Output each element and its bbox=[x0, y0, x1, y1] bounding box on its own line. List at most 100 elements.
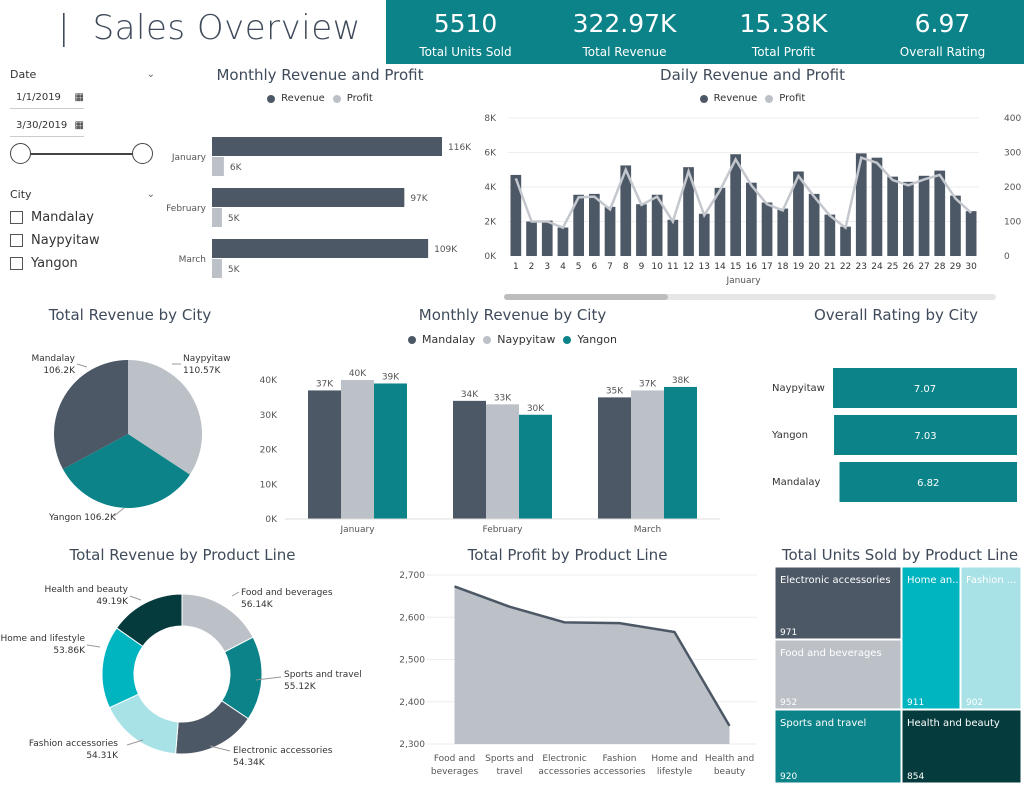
tile-label: Sports and travel bbox=[780, 718, 866, 729]
data-label: 5K bbox=[228, 214, 241, 224]
category-label: Mandalay bbox=[772, 477, 820, 488]
monthly-rev-city-legend: Mandalay Naypyitaw Yangon bbox=[360, 333, 665, 346]
y-tick-label: 40K bbox=[260, 376, 278, 386]
x-tick-label: 23 bbox=[856, 262, 867, 272]
date-range-track bbox=[20, 153, 142, 155]
x-tick-label: 5 bbox=[576, 262, 582, 272]
x-tick-label: Sports and bbox=[485, 754, 534, 764]
kpi-total-profit: 15.38K Total Profit bbox=[739, 9, 828, 59]
horizontal-scrollbar[interactable] bbox=[504, 294, 996, 300]
data-label: 35K bbox=[606, 386, 624, 396]
y-tick-label: 2K bbox=[484, 218, 497, 228]
x-tick-label: March bbox=[634, 525, 661, 535]
chevron-down-icon[interactable]: ⌄ bbox=[147, 69, 155, 80]
slice-value: 56.14K bbox=[241, 600, 274, 610]
tile-label: Home an... bbox=[907, 575, 962, 586]
column-bar bbox=[308, 390, 341, 519]
kpi-total-revenue: 322.97K Total Revenue bbox=[572, 9, 677, 59]
revenue-bar bbox=[698, 213, 710, 256]
x-tick-label: 8 bbox=[623, 262, 629, 272]
y-tick-label: 2,600 bbox=[399, 613, 425, 623]
checkbox-icon[interactable] bbox=[10, 234, 23, 247]
tile-label: Electronic accessories bbox=[780, 575, 891, 586]
revenue-bar bbox=[903, 181, 914, 256]
rev-by-product-chart: Food and beverages 56.14K Sports and trave… bbox=[0, 585, 362, 768]
x-tick-label: beauty bbox=[714, 767, 746, 777]
y-tick-label: 6K bbox=[484, 149, 497, 159]
profit-bar bbox=[212, 208, 222, 227]
leader-line bbox=[113, 507, 125, 517]
city-option-yangon[interactable]: Yangon bbox=[10, 252, 155, 275]
end-date-field[interactable]: 3/30/2019 ▦ bbox=[10, 116, 84, 137]
leader-line bbox=[129, 595, 142, 601]
x-tick-label: Food and bbox=[434, 754, 475, 764]
calendar-icon[interactable]: ▦ bbox=[75, 88, 84, 108]
data-label: 37K bbox=[316, 379, 334, 389]
profit-area bbox=[454, 586, 730, 744]
date-range-start-handle[interactable] bbox=[10, 143, 31, 164]
x-tick-label: 2 bbox=[529, 262, 535, 272]
x-tick-label: 13 bbox=[699, 262, 710, 272]
data-label: 37K bbox=[639, 379, 657, 389]
chevron-down-icon[interactable]: ⌄ bbox=[147, 189, 155, 200]
x-tick-label: 4 bbox=[560, 262, 566, 272]
x-tick-label: 14 bbox=[714, 262, 726, 272]
tile-value: 952 bbox=[780, 698, 797, 708]
x-tick-label: 6 bbox=[591, 262, 597, 272]
category-label: January bbox=[171, 153, 207, 163]
x-tick-label: 17 bbox=[761, 262, 772, 272]
x-tick-label: 25 bbox=[887, 262, 898, 272]
daily-rev-profit-legend: Revenue Profit bbox=[500, 93, 1005, 104]
slice-value: 54.31K bbox=[86, 751, 119, 761]
rev-by-city-title: Total Revenue by City bbox=[48, 306, 212, 324]
revenue-bar bbox=[934, 170, 946, 256]
x-tick-label: 16 bbox=[746, 262, 758, 272]
city-option-mandalay[interactable]: Mandalay bbox=[10, 206, 155, 229]
x-tick-label: Electronic bbox=[542, 754, 586, 764]
calendar-icon[interactable]: ▦ bbox=[75, 116, 84, 136]
y-tick-label: 20K bbox=[260, 446, 278, 456]
x-tick-label: 26 bbox=[903, 262, 915, 272]
data-label: 7.03 bbox=[914, 431, 936, 442]
slice-label: Sports and travel bbox=[284, 670, 362, 680]
x-tick-label: 27 bbox=[918, 262, 929, 272]
start-date-field[interactable]: 1/1/2019 ▦ bbox=[10, 88, 84, 109]
x-tick-label: 9 bbox=[639, 262, 645, 272]
slice-label: Naypyitaw bbox=[183, 354, 231, 364]
revenue-bar bbox=[636, 204, 647, 256]
units-by-product-title: Total Units Sold by Product Line bbox=[781, 546, 1019, 564]
slice-label: Fashion accessories bbox=[29, 739, 118, 749]
revenue-bar bbox=[667, 219, 679, 256]
leader-line bbox=[209, 745, 231, 752]
scrollbar-thumb[interactable] bbox=[504, 294, 668, 300]
tile-value: 902 bbox=[966, 698, 983, 708]
revenue-bar bbox=[212, 188, 405, 207]
column-bar bbox=[519, 414, 552, 519]
x-tick-label: beverages bbox=[431, 767, 479, 777]
slice-value: 49.19K bbox=[96, 597, 129, 607]
x-tick-label: 29 bbox=[950, 262, 962, 272]
city-option-naypyitaw[interactable]: Naypyitaw bbox=[10, 229, 155, 252]
revenue-bar bbox=[212, 239, 429, 258]
checkbox-icon[interactable] bbox=[10, 211, 23, 224]
data-label: 40K bbox=[349, 369, 367, 379]
y-tick-label: 2,700 bbox=[399, 571, 425, 581]
column-bar bbox=[631, 390, 664, 519]
slice-label: Food and beverages bbox=[241, 588, 333, 598]
x-tick-label: 19 bbox=[793, 262, 805, 272]
checkbox-icon[interactable] bbox=[10, 257, 23, 270]
x-tick-label: 24 bbox=[871, 262, 883, 272]
revenue-bar bbox=[824, 214, 836, 256]
x-tick-label: 7 bbox=[607, 262, 613, 272]
x-tick-label: 20 bbox=[808, 262, 820, 272]
y-tick-label: 10K bbox=[260, 480, 278, 490]
date-range-end-handle[interactable] bbox=[132, 143, 153, 164]
treemap-tile bbox=[901, 567, 961, 710]
column-bar bbox=[374, 383, 407, 519]
x-tick-label: Home and bbox=[651, 754, 697, 764]
revenue-bar bbox=[887, 176, 898, 256]
data-label: 109K bbox=[434, 245, 458, 255]
x-tick-label: 22 bbox=[840, 262, 851, 272]
profit-by-product-title: Total Profit by Product Line bbox=[467, 546, 668, 564]
rating-by-city-title: Overall Rating by City bbox=[813, 306, 979, 324]
